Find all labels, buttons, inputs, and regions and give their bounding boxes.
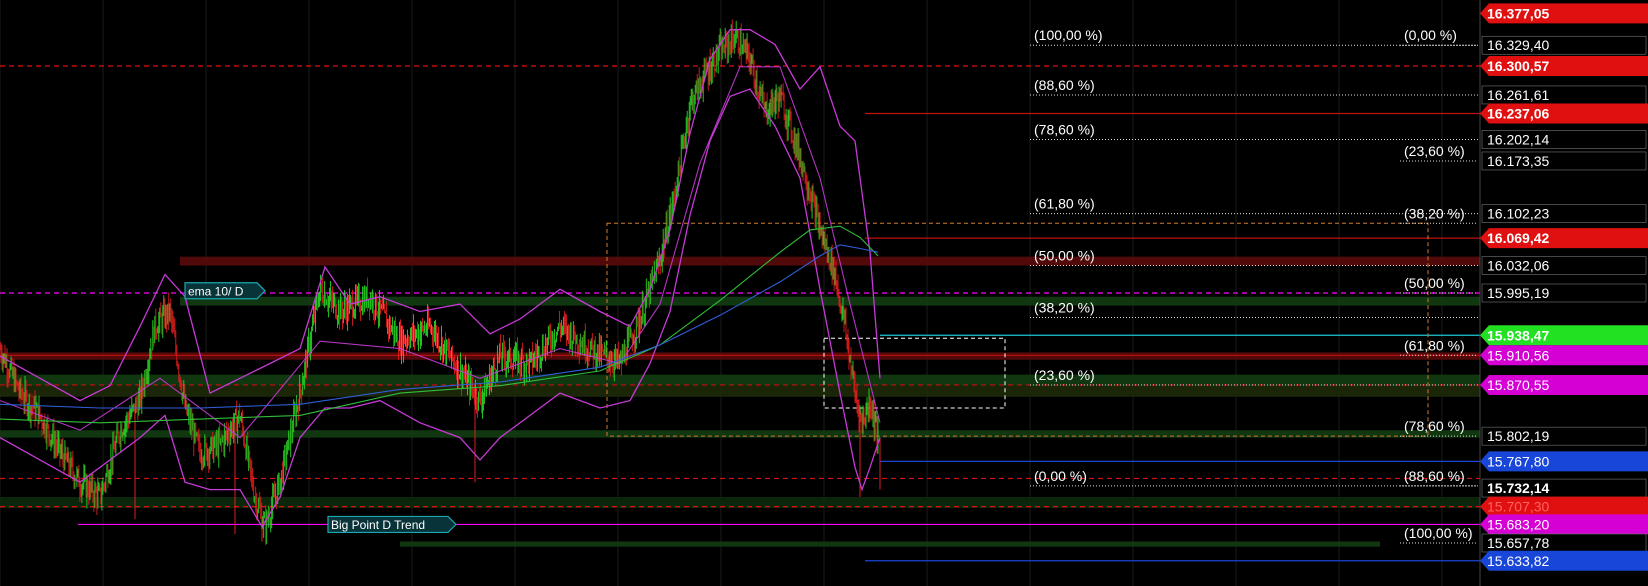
price-tag-text: 15.683,20 [1487,516,1549,532]
price-tag-text: 15.707,30 [1487,499,1549,515]
price-tag-text: 15.767,80 [1487,453,1549,469]
price-axis-label: 16.237,06 [1480,103,1648,124]
price-tag-text: 15.910,56 [1487,347,1549,363]
price-axis-label: 16.377,05 [1480,3,1648,24]
price-axis-label: 15.870,55 [1480,374,1648,395]
fib-right-label: (100,00 %) [1404,525,1472,541]
price-axis-label: 16.329,40 [1481,35,1647,55]
price-tag-text: 16.300,57 [1487,58,1549,74]
fib-right-label: (61,80 %) [1404,337,1465,353]
price-axis-label: 15.633,82 [1480,550,1648,571]
price-axis-label: 16.202,14 [1481,130,1647,149]
fib-left-label: (61,80 %) [1034,196,1095,212]
price-tag-text: 16.202,14 [1487,131,1549,147]
price-axis: 16.377,05 16.329,40 16.300,57 16.261,61 16.2… [1479,0,1648,586]
fib-right-label: (78,60 %) [1404,418,1465,434]
price-tag-text: 15.995,19 [1487,285,1549,301]
fib-left-label: (38,20 %) [1034,299,1095,315]
fib-left-label: (0,00 %) [1034,468,1087,484]
price-axis-label: 16.173,35 [1481,151,1647,171]
price-tag-text: 15.802,19 [1487,428,1549,444]
price-axis-label: 15.707,30 [1480,496,1648,517]
price-tag-text: 16.102,23 [1487,206,1549,222]
price-axis-label: 16.261,61 [1481,85,1647,105]
fib-right-label: (38,20 %) [1404,205,1465,221]
fib-right-label: (23,60 %) [1404,143,1465,159]
zone-band [0,374,1480,386]
price-tag-text: 15.732,14 [1487,480,1549,496]
price-axis-label: 16.032,06 [1481,256,1647,275]
fib-right-label: (0,00 %) [1404,27,1457,43]
price-axis-label: 15.732,14 [1481,478,1647,498]
price-tag-text: 16.069,42 [1487,230,1549,246]
price-tag-text: 16.237,06 [1487,105,1549,121]
fib-right-label: (50,00 %) [1404,275,1465,291]
fib-left-label: (78,60 %) [1034,121,1095,137]
price-axis-label: 15.995,19 [1481,283,1647,303]
price-tag-text: 16.329,40 [1487,37,1549,53]
annotation-label: ema 10/ D [188,284,244,298]
price-axis-label: 15.683,20 [1480,514,1648,535]
price-tag-text: 15.633,82 [1487,553,1549,569]
price-axis-label: 16.069,42 [1480,228,1648,249]
price-axis-label: 16.300,57 [1480,56,1648,77]
price-axis-label: 15.910,56 [1480,345,1648,366]
price-axis-label: 15.802,19 [1481,426,1647,446]
price-tag-text: 15.938,47 [1487,327,1549,343]
fib-left-label: (88,60 %) [1034,77,1095,93]
annotation-flag[interactable]: Big Point D Trend [327,515,457,534]
price-tag-text: 15.870,55 [1487,377,1549,393]
price-tag-text: 16.032,06 [1487,258,1549,274]
zone-band [0,352,1480,360]
price-tag-text: 15.657,78 [1487,535,1549,551]
price-chart[interactable]: (100,00 %) (88,60 %) (78,60 %) (61,80 %) (50… [0,0,1648,586]
price-axis-label: 15.938,47 [1480,325,1648,346]
price-tag-text: 16.261,61 [1487,87,1549,103]
price-tag-text: 16.377,05 [1487,5,1549,21]
annotation-flag[interactable]: ema 10/ D [184,282,266,300]
annotation-label: Big Point D Trend [331,518,425,532]
zone-band [400,541,1380,547]
fib-left-label: (50,00 %) [1034,248,1095,264]
fib-left-label: (100,00 %) [1034,27,1102,43]
price-axis-label: 15.657,78 [1481,533,1647,553]
price-axis-label: 15.767,80 [1480,451,1648,472]
price-axis-label: 16.102,23 [1481,204,1647,223]
fib-right-label: (88,60 %) [1404,468,1465,484]
fib-left-label: (23,60 %) [1034,367,1095,383]
price-tag-text: 16.173,35 [1487,153,1549,169]
